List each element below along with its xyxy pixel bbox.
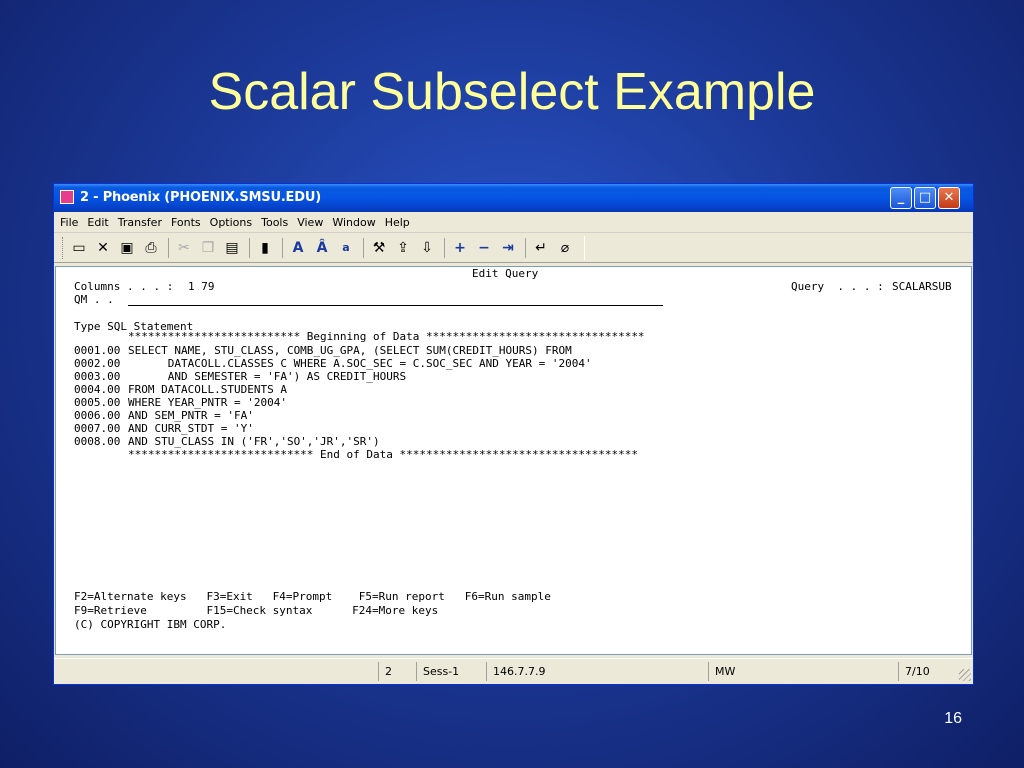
line-number: 0008.00	[74, 435, 121, 448]
line-number: 0005.00	[74, 396, 121, 409]
qm-label: QM . .	[74, 293, 114, 306]
menu-fonts[interactable]: Fonts	[171, 216, 201, 229]
toolbar-separator	[168, 237, 169, 258]
slide-number: 16	[944, 710, 962, 727]
title-bar[interactable]: 2 - Phoenix (PHOENIX.SMSU.EDU) _ □ ✕	[54, 184, 973, 212]
paste-icon[interactable]: ▤	[221, 237, 243, 259]
save-icon[interactable]: ▣	[116, 237, 138, 259]
toolbar-separator	[282, 237, 283, 258]
line-number: 0007.00	[74, 422, 121, 435]
query-label: Query . . . :	[791, 280, 884, 293]
status-mode: MW	[708, 662, 898, 681]
status-cursor: 7/10	[898, 662, 958, 681]
close-button[interactable]: ✕	[938, 187, 960, 209]
toolbar-separator	[363, 237, 364, 258]
sql-line[interactable]: AND SEMESTER = 'FA') AS CREDIT_HOURS	[128, 370, 406, 384]
function-keys-row2: F9=Retrieve F15=Check syntax F24=More ke…	[74, 604, 439, 617]
toolbar-separator	[525, 237, 526, 258]
sql-line[interactable]: AND STU_CLASS IN ('FR','SO','JR','SR')	[128, 435, 380, 449]
font-smaller-icon[interactable]: a	[335, 237, 357, 259]
menu-file[interactable]: File	[60, 216, 78, 229]
window-title: 2 - Phoenix (PHOENIX.SMSU.EDU)	[80, 190, 321, 205]
status-session-number: 2	[378, 662, 418, 681]
menu-edit[interactable]: Edit	[87, 216, 108, 229]
tools-icon[interactable]: ⚒	[368, 237, 390, 259]
sql-line[interactable]: WHERE YEAR_PNTR = '2004'	[128, 396, 287, 410]
sql-line[interactable]: AND CURR_STDT = 'Y'	[128, 422, 254, 436]
copy-icon[interactable]: ❐	[197, 237, 219, 259]
menu-transfer[interactable]: Transfer	[118, 216, 162, 229]
font-icon[interactable]: A	[287, 237, 309, 259]
copyright-text: (C) COPYRIGHT IBM CORP.	[74, 618, 227, 631]
columns-label: Columns . . . :	[74, 280, 174, 293]
eraser-icon[interactable]: ⌀	[554, 237, 576, 259]
end-of-data: **************************** End of Data…	[128, 448, 638, 461]
line-number: 0001.00	[74, 344, 121, 357]
columns-value: 1 79	[188, 280, 215, 293]
sql-line[interactable]: DATACOLL.CLASSES C WHERE A.SOC_SEC = C.S…	[128, 357, 592, 371]
enter-icon[interactable]: ↵	[530, 237, 552, 259]
menu-bar: File Edit Transfer Fonts Options Tools V…	[54, 212, 973, 233]
menu-help[interactable]: Help	[385, 216, 410, 229]
minimize-button[interactable]: _	[890, 187, 912, 209]
begin-of-data: ************************** Beginning of …	[128, 330, 645, 343]
menu-tools[interactable]: Tools	[261, 216, 288, 229]
menu-window[interactable]: Window	[332, 216, 375, 229]
receive-icon[interactable]: ⇩	[416, 237, 438, 259]
toolbar-separator	[444, 237, 445, 258]
sql-line[interactable]: SELECT NAME, STU_CLASS, COMB_UG_GPA, (SE…	[128, 344, 572, 358]
minus-icon[interactable]: −	[473, 237, 495, 259]
resize-grip-icon[interactable]	[959, 669, 971, 681]
slide-title: Scalar Subselect Example	[208, 63, 816, 121]
maximize-button[interactable]: □	[914, 187, 936, 209]
status-bar: 2 Sess-1 146.7.7.9 MW 7/10	[54, 658, 973, 683]
query-value: SCALARSUB	[892, 280, 952, 293]
line-number: 0006.00	[74, 409, 121, 422]
font-larger-icon[interactable]: Â	[311, 237, 333, 259]
macro-icon[interactable]: ▮	[254, 237, 276, 259]
menu-view[interactable]: View	[297, 216, 323, 229]
function-keys-row1: F2=Alternate keys F3=Exit F4=Prompt F5=R…	[74, 590, 551, 603]
disk-icon[interactable]: ▭	[68, 237, 90, 259]
tab-icon[interactable]: ⇥	[497, 237, 519, 259]
terminal-screen[interactable]: Edit Query Columns . . . : 1 79 Query . …	[55, 266, 972, 655]
toolbar-grip[interactable]	[62, 236, 66, 259]
toolbar-spacer	[584, 235, 973, 260]
plus-icon[interactable]: +	[449, 237, 471, 259]
app-icon	[60, 190, 74, 204]
screen-header: Edit Query	[472, 267, 539, 280]
line-number: 0002.00	[74, 357, 121, 370]
sql-line[interactable]: AND SEM_PNTR = 'FA'	[128, 409, 254, 423]
sql-line[interactable]: FROM DATACOLL.STUDENTS A	[128, 383, 287, 397]
close-icon[interactable]: ✕	[92, 237, 114, 259]
menu-options[interactable]: Options	[210, 216, 252, 229]
status-ip: 146.7.7.9	[486, 662, 708, 681]
line-number: 0004.00	[74, 383, 121, 396]
send-icon[interactable]: ⇪	[392, 237, 414, 259]
toolbar: ▭ ✕ ▣ ⎙ ✂ ❐ ▤ ▮ A Â a ⚒ ⇪ ⇩ + − ⇥ ↵ ⌀	[54, 233, 973, 263]
qm-input[interactable]	[128, 305, 663, 306]
status-session: Sess-1	[416, 662, 486, 681]
phoenix-window: 2 - Phoenix (PHOENIX.SMSU.EDU) _ □ ✕ Fil…	[53, 183, 974, 685]
cut-icon[interactable]: ✂	[173, 237, 195, 259]
print-icon[interactable]: ⎙	[140, 237, 162, 259]
toolbar-separator	[249, 237, 250, 258]
line-number: 0003.00	[74, 370, 121, 383]
